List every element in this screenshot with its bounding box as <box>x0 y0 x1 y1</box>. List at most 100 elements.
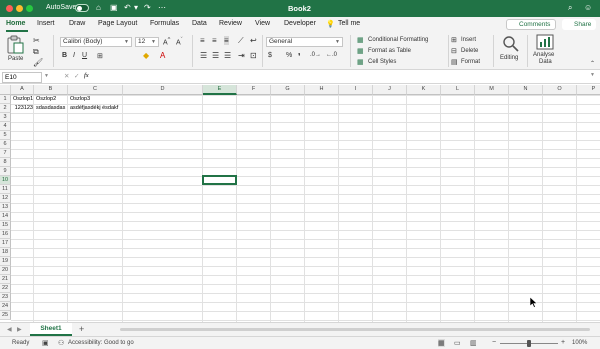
worksheet[interactable]: ABCDEFGHIJKLMNOP 1 2 3 4 5 6 7 8 9 10 11 12 13 14 15 16… <box>0 85 600 322</box>
column-header-h[interactable]: H <box>305 85 339 95</box>
format-as-table-button[interactable]: Format as Table <box>368 48 411 54</box>
column-header-n[interactable]: N <box>509 85 543 95</box>
active-cell-highlight[interactable] <box>202 175 237 185</box>
cell-a1[interactable]: Oszlop1 <box>12 95 34 104</box>
percent-icon[interactable]: % <box>286 52 292 59</box>
expand-formula-bar-icon[interactable]: ▼ <box>590 72 595 78</box>
row-header-20[interactable]: 20 <box>0 266 11 275</box>
increase-decimal-icon[interactable]: .0→ <box>310 52 321 58</box>
minimize-window-button[interactable] <box>16 5 23 12</box>
row-header-4[interactable]: 4 <box>0 122 11 131</box>
font-name-combo[interactable]: Calibri (Body) ▼ <box>60 37 132 47</box>
row-header-7[interactable]: 7 <box>0 149 11 158</box>
accessibility-icon[interactable]: ⚇ <box>58 339 64 347</box>
share-button[interactable]: Share <box>562 19 596 30</box>
row-header-23[interactable]: 23 <box>0 293 11 302</box>
tab-page-layout[interactable]: Page Layout <box>98 20 137 27</box>
cell-grid[interactable] <box>11 95 600 322</box>
zoom-level[interactable]: 100% <box>572 340 587 346</box>
column-header-d[interactable]: D <box>123 85 203 95</box>
tell-me-field[interactable]: Tell me <box>338 20 360 27</box>
column-header-l[interactable]: L <box>441 85 475 95</box>
name-box[interactable]: E10 <box>2 72 42 83</box>
horizontal-scrollbar[interactable] <box>120 328 590 331</box>
row-header-14[interactable]: 14 <box>0 212 11 221</box>
column-header-b[interactable]: B <box>34 85 68 95</box>
row-header-10[interactable]: 10 <box>0 176 11 185</box>
home-icon[interactable]: ⌂ <box>96 3 101 12</box>
row-header-12[interactable]: 12 <box>0 194 11 203</box>
analyse-data-button[interactable]: Analyse Data <box>532 34 558 68</box>
tab-formulas[interactable]: Formulas <box>150 20 179 27</box>
decrease-decimal-icon[interactable]: ←.0 <box>326 52 337 58</box>
align-center-icon[interactable]: ☰ <box>212 51 219 60</box>
row-header-5[interactable]: 5 <box>0 131 11 140</box>
paste-button[interactable] <box>5 35 25 55</box>
row-header-2[interactable]: 2 <box>0 104 11 113</box>
wrap-text-icon[interactable]: ↩ <box>250 36 257 45</box>
align-left-icon[interactable]: ☰ <box>200 51 207 60</box>
normal-view-icon[interactable]: ▦ <box>438 339 445 347</box>
borders-icon[interactable]: ⊞ <box>97 52 103 60</box>
row-header-24[interactable]: 24 <box>0 302 11 311</box>
row-header-13[interactable]: 13 <box>0 203 11 212</box>
column-header-p[interactable]: P <box>577 85 600 95</box>
row-header-3[interactable]: 3 <box>0 113 11 122</box>
column-header-c[interactable]: C <box>68 85 123 95</box>
redo-icon[interactable]: ↷ <box>144 3 151 12</box>
next-sheet-icon[interactable]: ▶ <box>17 326 22 333</box>
tab-data[interactable]: Data <box>192 20 207 27</box>
tab-developer[interactable]: Developer <box>284 20 316 27</box>
chevron-down-icon[interactable]: ▼ <box>44 73 49 79</box>
save-icon[interactable]: ▣ <box>110 3 118 12</box>
decrease-font-icon[interactable]: Aˇ <box>176 37 183 46</box>
undo-icon[interactable]: ↶ <box>124 3 131 12</box>
tab-insert[interactable]: Insert <box>37 20 55 27</box>
cell-styles-button[interactable]: Cell Styles <box>368 59 396 65</box>
indent-icon[interactable]: ⇥ <box>238 51 245 60</box>
accounting-icon[interactable]: $ <box>268 52 272 59</box>
row-header-6[interactable]: 6 <box>0 140 11 149</box>
delete-cells-button[interactable]: Delete <box>461 48 478 54</box>
comma-icon[interactable]: ❜ <box>298 52 301 61</box>
format-cells-button[interactable]: Format <box>461 59 480 65</box>
sheet-tab-sheet1[interactable]: Sheet1 <box>30 323 72 336</box>
orientation-icon[interactable]: ⟋ <box>238 36 244 46</box>
row-header-11[interactable]: 11 <box>0 185 11 194</box>
align-top-icon[interactable]: ≡ <box>200 36 205 45</box>
macro-record-icon[interactable]: ▣ <box>42 339 49 347</box>
tab-view[interactable]: View <box>255 20 270 27</box>
undo-dropdown-icon[interactable]: ▾ <box>134 3 138 12</box>
align-right-icon[interactable]: ☰ <box>224 51 231 60</box>
cell-b2[interactable]: sdasdasdas <box>35 104 66 113</box>
comments-button[interactable]: Comments <box>506 19 556 30</box>
tab-review[interactable]: Review <box>219 20 242 27</box>
align-bottom-icon[interactable]: ≡ <box>224 36 229 45</box>
previous-sheet-icon[interactable]: ◀ <box>7 326 12 333</box>
font-color-icon[interactable]: A <box>160 51 165 60</box>
cell-c1[interactable]: Oszlop3 <box>69 95 91 104</box>
row-header-21[interactable]: 21 <box>0 275 11 284</box>
row-header-15[interactable]: 15 <box>0 221 11 230</box>
cut-icon[interactable]: ✂ <box>33 36 40 45</box>
number-format-combo[interactable]: General ▼ <box>266 37 343 47</box>
cell-b1[interactable]: Oszlop2 <box>35 95 57 104</box>
zoom-slider-handle[interactable] <box>527 340 531 347</box>
confirm-entry-icon[interactable]: ✓ <box>74 72 79 80</box>
column-header-g[interactable]: G <box>271 85 305 95</box>
italic-icon[interactable]: I <box>73 52 75 59</box>
more-icon[interactable]: ⋯ <box>158 3 166 12</box>
zoom-window-button[interactable] <box>26 5 33 12</box>
row-header-19[interactable]: 19 <box>0 257 11 266</box>
tab-home[interactable]: Home <box>6 20 25 27</box>
page-layout-view-icon[interactable]: ▭ <box>454 339 461 347</box>
tab-draw[interactable]: Draw <box>69 20 85 27</box>
insert-cells-button[interactable]: Insert <box>461 37 476 43</box>
bold-icon[interactable]: B <box>62 52 67 59</box>
column-header-j[interactable]: J <box>373 85 407 95</box>
smiley-icon[interactable]: ☺ <box>584 3 592 12</box>
page-break-view-icon[interactable]: ▥ <box>470 339 477 347</box>
column-header-f[interactable]: F <box>237 85 271 95</box>
fill-color-icon[interactable]: ◆ <box>143 51 149 60</box>
column-header-e[interactable]: E <box>203 85 237 95</box>
